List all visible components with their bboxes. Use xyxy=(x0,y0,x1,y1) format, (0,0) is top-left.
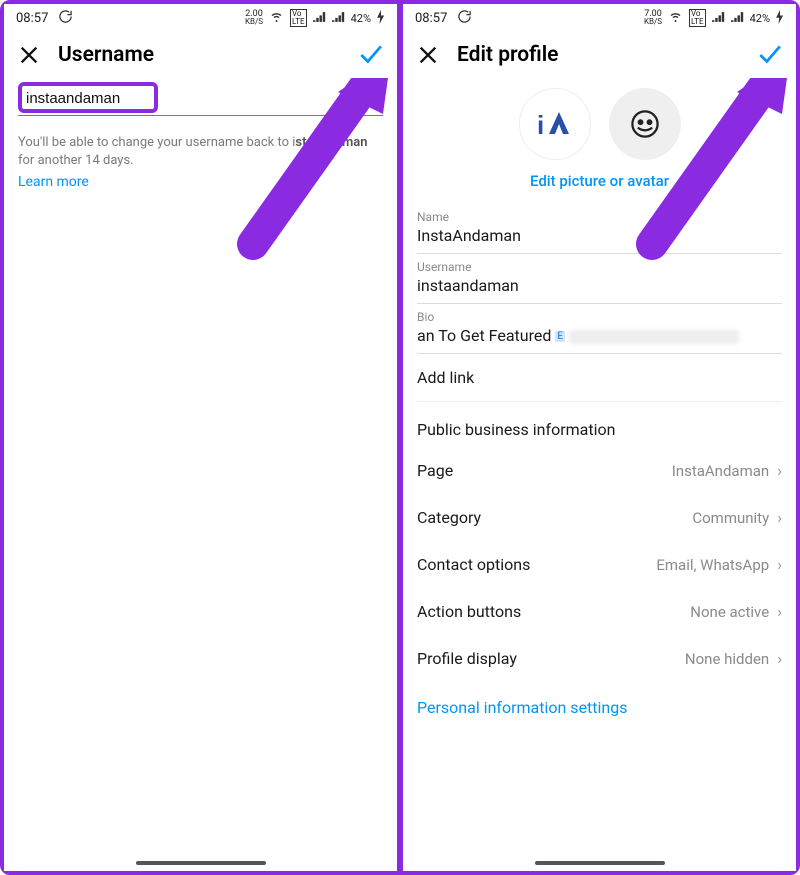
network-speed: 2.00KB/S xyxy=(245,11,263,25)
profile-picture[interactable]: i xyxy=(519,88,591,160)
field-value: InstaAndaman xyxy=(417,226,782,245)
confirm-icon[interactable] xyxy=(756,42,782,68)
username-highlight xyxy=(18,82,158,113)
field-label: Username xyxy=(417,260,782,274)
edit-picture-link[interactable]: Edit picture or avatar xyxy=(417,172,782,190)
annotation-arrow xyxy=(233,78,397,268)
status-bar: 08:57 2.00KB/S VoLTE 42% xyxy=(4,4,397,32)
close-icon[interactable] xyxy=(417,44,439,66)
avatar-row: i xyxy=(417,88,782,160)
action-buttons-row[interactable]: Action buttons None active › xyxy=(417,588,782,635)
wifi-icon xyxy=(668,11,683,26)
chevron-right-icon: › xyxy=(777,649,782,668)
field-label: Bio xyxy=(417,310,782,324)
header: Username xyxy=(4,32,397,78)
page-title: Username xyxy=(58,43,154,67)
username-input[interactable] xyxy=(26,90,150,107)
signal-icon-2 xyxy=(731,11,744,26)
signal-icon-2 xyxy=(332,11,345,26)
chevron-right-icon: › xyxy=(777,602,782,621)
close-icon[interactable] xyxy=(18,44,40,66)
section-header: Public business information xyxy=(417,402,782,447)
signal-icon xyxy=(712,11,725,26)
avatar-option[interactable] xyxy=(609,88,681,160)
screen-username: 08:57 2.00KB/S VoLTE 42% Username xyxy=(4,4,397,871)
status-time: 08:57 xyxy=(16,11,48,26)
battery-text: 42% xyxy=(351,12,371,25)
svg-text:i: i xyxy=(537,110,544,140)
username-hint: You'll be able to change your username b… xyxy=(18,134,383,170)
page-title: Edit profile xyxy=(457,43,558,67)
name-field[interactable]: Name InstaAndaman xyxy=(417,204,782,254)
signal-icon xyxy=(313,11,326,26)
status-bar: 08:57 7.00KB/S VoLTE 42% xyxy=(403,4,796,32)
refresh-icon xyxy=(58,9,73,28)
add-link-row[interactable]: Add link xyxy=(417,354,782,402)
contact-options-row[interactable]: Contact options Email, WhatsApp › xyxy=(417,541,782,588)
chevron-right-icon: › xyxy=(777,508,782,527)
bio-field[interactable]: Bio an To Get Featured E xyxy=(417,304,782,354)
learn-more-link[interactable]: Learn more xyxy=(18,174,89,190)
refresh-icon xyxy=(457,9,472,28)
field-value: instaandaman xyxy=(417,276,782,295)
profile-display-row[interactable]: Profile display None hidden › xyxy=(417,635,782,682)
input-underline xyxy=(18,115,383,116)
chevron-right-icon: › xyxy=(777,461,782,480)
header: Edit profile xyxy=(403,32,796,78)
confirm-icon[interactable] xyxy=(357,42,383,68)
personal-info-settings-link[interactable]: Personal information settings xyxy=(417,682,782,733)
username-field[interactable]: Username instaandaman xyxy=(417,254,782,304)
page-row[interactable]: Page InstaAndaman › xyxy=(417,447,782,494)
category-row[interactable]: Category Community › xyxy=(417,494,782,541)
status-time: 08:57 xyxy=(415,11,447,26)
chevron-right-icon: › xyxy=(777,555,782,574)
charging-icon xyxy=(377,10,385,27)
field-value: an To Get Featured E xyxy=(417,326,782,345)
battery-text: 42% xyxy=(750,12,770,25)
network-speed: 7.00KB/S xyxy=(644,11,662,25)
home-indicator xyxy=(535,861,665,865)
screen-edit-profile: 08:57 7.00KB/S VoLTE 42% Edit profile xyxy=(403,4,796,871)
redacted-text xyxy=(569,330,739,344)
lte-icon: VoLTE xyxy=(689,9,706,27)
charging-icon xyxy=(776,10,784,27)
wifi-icon xyxy=(269,11,284,26)
home-indicator xyxy=(136,861,266,865)
field-label: Name xyxy=(417,210,782,224)
lte-icon: VoLTE xyxy=(290,9,307,27)
